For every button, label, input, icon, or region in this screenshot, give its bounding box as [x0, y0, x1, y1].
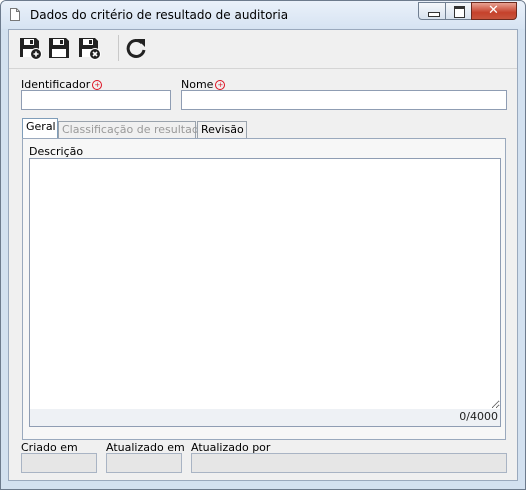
- save-new-icon[interactable]: [17, 35, 43, 61]
- criado-em-field: [21, 453, 97, 473]
- dialog-window: Dados do critério de resultado de audito…: [0, 0, 526, 490]
- descricao-textarea[interactable]: [29, 158, 501, 410]
- tab-panel-geral: Descrição 0/4000: [22, 138, 506, 440]
- close-icon: ✕: [488, 3, 499, 18]
- minimize-icon: [428, 12, 440, 17]
- required-icon: +: [92, 80, 103, 90]
- atualizado-em-field: [106, 453, 182, 473]
- toolbar: [9, 30, 517, 69]
- close-button[interactable]: ✕: [471, 2, 517, 20]
- maximize-button[interactable]: [445, 2, 472, 20]
- toolbar-separator: [118, 35, 119, 61]
- required-icon: +: [215, 80, 226, 90]
- maximize-icon: [454, 6, 465, 18]
- window-title: Dados do critério de resultado de audito…: [30, 8, 289, 22]
- minimize-button[interactable]: [418, 2, 446, 20]
- character-counter-bar: 0/4000: [29, 409, 501, 427]
- nome-input[interactable]: [181, 90, 507, 110]
- identificador-input[interactable]: [21, 90, 171, 110]
- refresh-icon[interactable]: [123, 35, 149, 61]
- save-close-icon[interactable]: [76, 35, 102, 61]
- descricao-label: Descrição: [29, 145, 84, 158]
- tab-geral[interactable]: Geral: [22, 118, 58, 139]
- atualizado-por-field: [191, 453, 507, 473]
- character-counter: 0/4000: [459, 410, 498, 423]
- tab-classificacao-de-resultado[interactable]: Classificação de resultado: [58, 121, 206, 138]
- title-bar[interactable]: Dados do critério de resultado de audito…: [1, 1, 525, 29]
- document-icon: [10, 8, 20, 21]
- save-icon[interactable]: [46, 35, 72, 61]
- tab-revisao[interactable]: Revisão: [197, 121, 247, 138]
- dialog-body: Identificador + Nome + Geral Classificação…: [8, 29, 518, 481]
